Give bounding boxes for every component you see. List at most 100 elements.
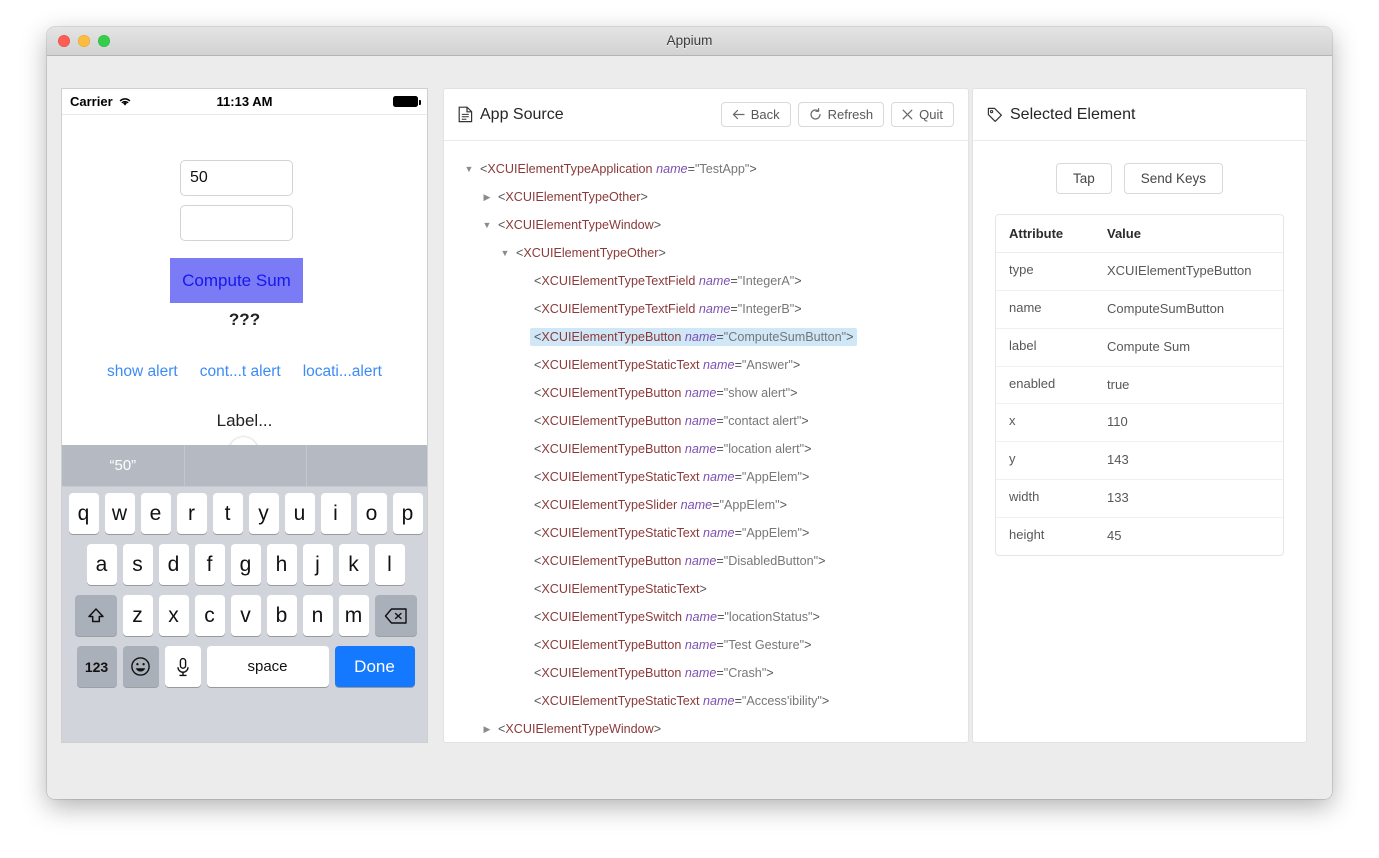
tree-node-label[interactable]: <XCUIElementTypeSwitch name="locationSta…	[530, 608, 824, 626]
tree-node-label[interactable]: <XCUIElementTypeStaticText name="Access'…	[530, 692, 833, 710]
minimize-window-button[interactable]	[78, 35, 90, 47]
location-alert-link[interactable]: locati...alert	[303, 363, 382, 381]
tree-node-label[interactable]: <XCUIElementTypeButton name="show alert"…	[530, 384, 801, 402]
tree-node[interactable]: <XCUIElementTypeButton name="Crash">	[462, 659, 958, 687]
source-tree[interactable]: ▼ <XCUIElementTypeApplication name="TestA…	[444, 141, 968, 741]
back-button[interactable]: Back	[720, 102, 791, 127]
tree-node[interactable]: <XCUIElementTypeTextField name="IntegerA…	[462, 267, 958, 295]
tap-button[interactable]: Tap	[1055, 163, 1112, 194]
done-key[interactable]: Done	[334, 646, 415, 687]
space-key[interactable]: space	[206, 646, 329, 687]
integer-a-field[interactable]: 50	[180, 160, 293, 196]
tree-node-label[interactable]: <XCUIElementTypeStaticText name="Answer"…	[530, 356, 804, 374]
tree-node[interactable]: <XCUIElementTypeStaticText name="Access'…	[462, 687, 958, 715]
tree-node-label[interactable]: <XCUIElementTypeApplication name="TestAp…	[476, 160, 761, 178]
key-s[interactable]: s	[122, 544, 153, 585]
microphone-icon[interactable]	[164, 646, 201, 687]
contact-alert-link[interactable]: cont...t alert	[200, 363, 281, 381]
close-window-button[interactable]	[58, 35, 70, 47]
caret-right-icon[interactable]: ▶	[480, 192, 494, 203]
compute-sum-button[interactable]: Compute Sum	[170, 258, 303, 303]
tree-node[interactable]: ▼ <XCUIElementTypeOther>	[462, 239, 958, 267]
key-m[interactable]: m	[338, 595, 369, 636]
caret-down-icon[interactable]: ▼	[498, 248, 512, 258]
key-q[interactable]: q	[68, 493, 99, 534]
tree-node[interactable]: <XCUIElementTypeStaticText name="Answer"…	[462, 351, 958, 379]
refresh-button[interactable]: Refresh	[797, 102, 885, 127]
key-u[interactable]: u	[284, 493, 315, 534]
tree-node[interactable]: <XCUIElementTypeStaticText name="AppElem…	[462, 519, 958, 547]
key-l[interactable]: l	[374, 544, 405, 585]
tree-node[interactable]: <XCUIElementTypeButton name="location al…	[462, 435, 958, 463]
tree-node[interactable]: <XCUIElementTypeButton name="contact ale…	[462, 407, 958, 435]
tree-node-label[interactable]: <XCUIElementTypeStaticText>	[530, 580, 711, 598]
tree-node[interactable]: <XCUIElementTypeButton name="show alert"…	[462, 379, 958, 407]
key-e[interactable]: e	[140, 493, 171, 534]
key-x[interactable]: x	[158, 595, 189, 636]
tree-node[interactable]: ▶ <XCUIElementTypeOther>	[462, 183, 958, 211]
key-d[interactable]: d	[158, 544, 189, 585]
tree-node-label[interactable]: <XCUIElementTypeWindow>	[494, 216, 665, 234]
key-r[interactable]: r	[176, 493, 207, 534]
tree-node[interactable]: <XCUIElementTypeTextField name="IntegerB…	[462, 295, 958, 323]
emoji-icon[interactable]	[122, 646, 159, 687]
key-o[interactable]: o	[356, 493, 387, 534]
prediction-candidate-2[interactable]	[185, 445, 308, 486]
key-y[interactable]: y	[248, 493, 279, 534]
caret-down-icon[interactable]: ▼	[462, 164, 476, 174]
tree-node-label[interactable]: <XCUIElementTypeOther>	[512, 244, 670, 262]
quit-button[interactable]: Quit	[891, 102, 954, 127]
tree-node-label[interactable]: <XCUIElementTypeButton name="Test Gestur…	[530, 636, 815, 654]
tree-node-selected[interactable]: <XCUIElementTypeButton name="ComputeSumB…	[530, 328, 858, 346]
tree-node-label[interactable]: <XCUIElementTypeOther>	[494, 188, 652, 206]
key-t[interactable]: t	[212, 493, 243, 534]
tree-node-label[interactable]: <XCUIElementTypeButton name="Crash">	[530, 664, 778, 682]
device-screen-mirror[interactable]: Carrier 11:13 AM 50 Compute Sum ??? show…	[61, 88, 428, 743]
key-w[interactable]: w	[104, 493, 135, 534]
key-h[interactable]: h	[266, 544, 297, 585]
key-n[interactable]: n	[302, 595, 333, 636]
tree-node[interactable]: <XCUIElementTypeButton name="Test Gestur…	[462, 631, 958, 659]
tree-node[interactable]: <XCUIElementTypeSlider name="AppElem">	[462, 491, 958, 519]
tree-node-label[interactable]: <XCUIElementTypeTextField name="IntegerA…	[530, 272, 806, 290]
tree-node[interactable]: <XCUIElementTypeStaticText name="AppElem…	[462, 463, 958, 491]
ios-keyboard[interactable]: “50” q w e r t y u i o p a s d f g h j k…	[62, 445, 427, 742]
key-c[interactable]: c	[194, 595, 225, 636]
tree-node-label[interactable]: <XCUIElementTypeWindow>	[494, 720, 665, 738]
show-alert-link[interactable]: show alert	[107, 363, 178, 381]
prediction-candidate-3[interactable]	[307, 445, 427, 486]
tree-node[interactable]: <XCUIElementTypeButton name="ComputeSumB…	[462, 323, 958, 351]
shift-icon[interactable]	[74, 595, 117, 636]
tree-node-label[interactable]: <XCUIElementTypeButton name="contact ale…	[530, 412, 813, 430]
integer-b-field[interactable]	[180, 205, 293, 241]
tree-node[interactable]: ▼ <XCUIElementTypeWindow>	[462, 211, 958, 239]
caret-right-icon[interactable]: ▶	[480, 724, 494, 735]
key-b[interactable]: b	[266, 595, 297, 636]
prediction-candidate-1[interactable]: “50”	[62, 445, 185, 486]
numbers-key[interactable]: 123	[76, 646, 117, 687]
tree-node-label[interactable]: <XCUIElementTypeSlider name="AppElem">	[530, 496, 791, 514]
tree-node[interactable]: <XCUIElementTypeSwitch name="locationSta…	[462, 603, 958, 631]
tree-node-label[interactable]: <XCUIElementTypeButton name="DisabledBut…	[530, 552, 829, 570]
key-f[interactable]: f	[194, 544, 225, 585]
zoom-window-button[interactable]	[98, 35, 110, 47]
key-g[interactable]: g	[230, 544, 261, 585]
key-z[interactable]: z	[122, 595, 153, 636]
caret-down-icon[interactable]: ▼	[480, 220, 494, 230]
send-keys-button[interactable]: Send Keys	[1123, 163, 1224, 194]
tree-node-label[interactable]: <XCUIElementTypeStaticText name="AppElem…	[530, 468, 813, 486]
tree-node-label[interactable]: <XCUIElementTypeStaticText name="AppElem…	[530, 524, 813, 542]
tree-node[interactable]: ▼ <XCUIElementTypeApplication name="TestA…	[462, 155, 958, 183]
tree-node[interactable]: <XCUIElementTypeButton name="DisabledBut…	[462, 547, 958, 575]
key-j[interactable]: j	[302, 544, 333, 585]
backspace-icon[interactable]	[374, 595, 417, 636]
tree-node[interactable]: ▶ <XCUIElementTypeWindow>	[462, 715, 958, 741]
tree-node-label[interactable]: <XCUIElementTypeTextField name="IntegerB…	[530, 300, 806, 318]
key-a[interactable]: a	[86, 544, 117, 585]
key-k[interactable]: k	[338, 544, 369, 585]
tree-node-label[interactable]: <XCUIElementTypeButton name="location al…	[530, 440, 815, 458]
tree-node[interactable]: <XCUIElementTypeStaticText>	[462, 575, 958, 603]
key-p[interactable]: p	[392, 493, 423, 534]
key-v[interactable]: v	[230, 595, 261, 636]
key-i[interactable]: i	[320, 493, 351, 534]
